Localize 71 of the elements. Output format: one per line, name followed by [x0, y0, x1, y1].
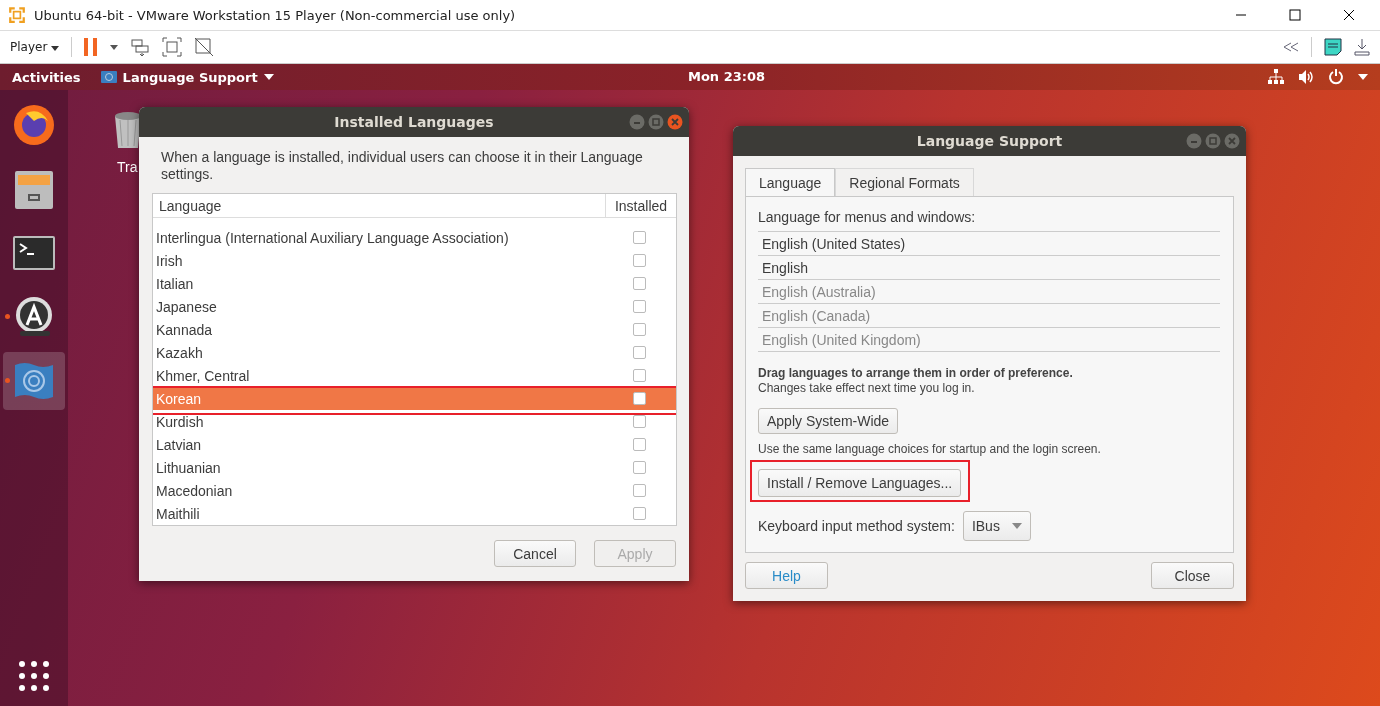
checkbox[interactable] — [633, 415, 646, 428]
activities-button[interactable]: Activities — [12, 69, 81, 85]
minimize-icon[interactable] — [629, 114, 645, 130]
dropdown-icon[interactable] — [1358, 74, 1368, 80]
dialog-title: Installed Languages — [334, 114, 494, 130]
language-row[interactable]: Italian — [153, 272, 676, 295]
input-method-dropdown[interactable]: IBus — [962, 511, 1031, 541]
dropdown-icon[interactable] — [110, 44, 119, 50]
language-row[interactable]: Macedonian — [153, 479, 676, 502]
checkbox[interactable] — [633, 369, 646, 382]
checkbox[interactable] — [633, 507, 646, 520]
language-row[interactable]: Kurdish — [153, 410, 676, 433]
pause-icon[interactable] — [84, 38, 99, 56]
app-grid-icon[interactable] — [18, 660, 50, 692]
note-icon[interactable] — [1324, 38, 1342, 56]
language-row[interactable]: Kannada — [153, 318, 676, 341]
volume-icon[interactable] — [1298, 69, 1314, 85]
column-header[interactable]: Language — [153, 194, 606, 217]
tab[interactable]: Language — [745, 168, 836, 197]
checkbox[interactable] — [633, 461, 646, 474]
collapse-icon[interactable] — [1283, 42, 1299, 52]
language-row[interactable]: Kazakh — [153, 341, 676, 364]
hint-text: Drag languages to arrange them in order of preference. — [758, 366, 1073, 381]
browser-icon — [12, 103, 56, 147]
language-row[interactable]: Khmer, Central — [153, 364, 676, 387]
network-icon[interactable] — [1268, 69, 1284, 85]
language-row[interactable]: Latvian — [153, 433, 676, 456]
checkbox[interactable] — [633, 277, 646, 290]
field-label: Keyboard input method system: — [758, 518, 955, 534]
fullscreen-icon[interactable] — [162, 37, 183, 57]
hint-text: Changes take effect next time you log in. — [758, 381, 975, 396]
app-menu[interactable]: Language Support — [100, 69, 274, 85]
window-title: Ubuntu 64-bit - VMware Workstation 15 Player (Non-commercial use only) — [34, 7, 516, 23]
language-item[interactable]: English (United States) — [758, 232, 1220, 256]
power-icon[interactable] — [1328, 69, 1344, 85]
caret-icon — [263, 74, 274, 80]
download-icon[interactable] — [1354, 38, 1370, 56]
dialog-button[interactable]: Cancel — [494, 540, 576, 567]
checkbox[interactable] — [633, 392, 646, 405]
language-row[interactable]: Irish — [153, 249, 676, 272]
checkbox[interactable] — [633, 346, 646, 359]
close-button[interactable]: Close — [1151, 562, 1234, 589]
checkbox[interactable] — [633, 300, 646, 313]
flag-icon — [100, 70, 117, 84]
network-devices-icon[interactable] — [130, 37, 151, 57]
hint-text: Use the same language choices for startup and the login screen. — [758, 442, 1101, 457]
column-header[interactable]: Installed — [606, 197, 676, 214]
checkbox[interactable] — [633, 484, 646, 497]
language-item[interactable]: English — [758, 256, 1220, 280]
install-languages-button[interactable]: Install / Remove Languages... — [758, 469, 962, 497]
maximize-icon[interactable] — [1289, 9, 1301, 21]
section-label: Language for menus and windows: — [758, 209, 976, 225]
language-row[interactable]: Maithili — [153, 502, 676, 525]
checkbox[interactable] — [633, 254, 646, 267]
description-text: When a language is installed, individual users can choose it in their Language settings. — [161, 149, 644, 183]
player-menu[interactable]: Player — [10, 40, 60, 54]
checkbox[interactable] — [633, 323, 646, 336]
checkbox[interactable] — [633, 438, 646, 451]
language-row[interactable]: Interlingua (International Auxiliary Language Association) — [153, 226, 676, 249]
dialog-title: Language Support — [916, 133, 1063, 149]
checkbox[interactable] — [633, 231, 646, 244]
close-icon[interactable] — [1343, 9, 1355, 21]
trash-label: Tra — [117, 159, 138, 175]
apply-system-wide-button[interactable]: Apply System-Wide — [758, 408, 899, 434]
app-logo-icon — [8, 6, 26, 24]
language-row[interactable]: Japanese — [153, 295, 676, 318]
clock[interactable]: Mon 23:08 — [688, 69, 766, 84]
caret-icon — [51, 46, 60, 51]
minimize-icon[interactable] — [1186, 133, 1202, 149]
language-row[interactable]: Lithuanian — [153, 456, 676, 479]
caret-icon — [1011, 523, 1022, 529]
